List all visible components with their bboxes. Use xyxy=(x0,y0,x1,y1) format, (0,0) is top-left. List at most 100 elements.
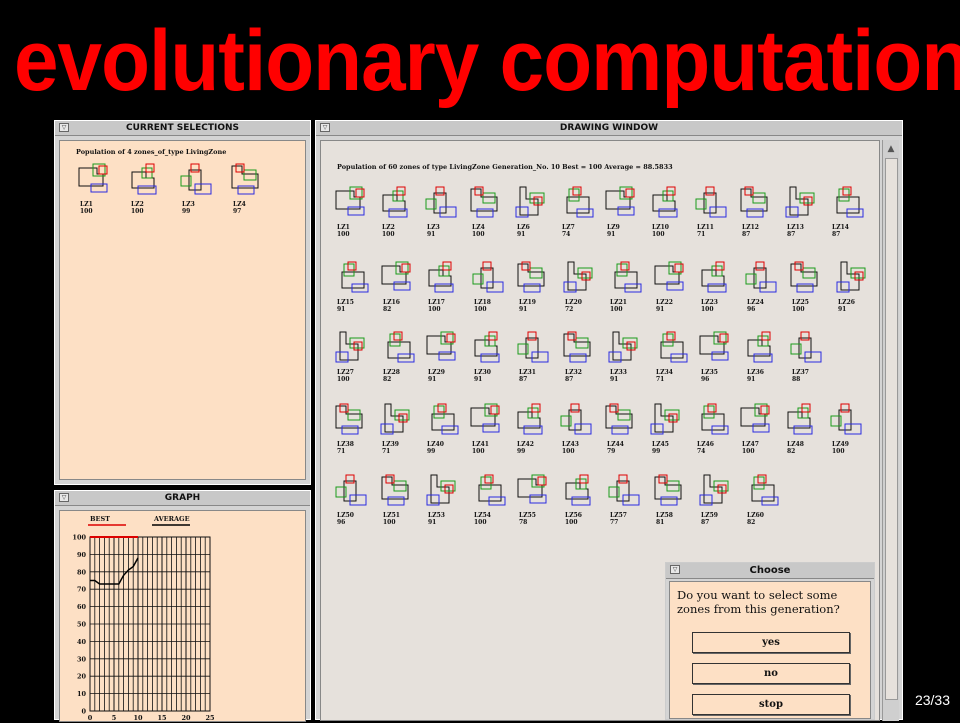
zone-lz36-floorplan[interactable] xyxy=(745,331,781,365)
selected-zone-3-floorplan[interactable] xyxy=(180,163,216,197)
yes-button[interactable]: yes xyxy=(692,632,850,653)
zone-lz6-floorplan[interactable] xyxy=(515,186,551,220)
zone-lz1-floorplan[interactable] xyxy=(335,186,371,220)
selected-zone-4-floorplan[interactable] xyxy=(231,163,267,197)
selected-zone-3-id: LZ3 xyxy=(182,201,195,208)
window-menu-icon[interactable]: ▽ xyxy=(320,123,330,132)
vertical-scrollbar[interactable]: ▲ xyxy=(882,140,899,721)
zone-lz38-floorplan[interactable] xyxy=(335,403,371,437)
zone-lz20-floorplan[interactable] xyxy=(563,261,599,295)
zone-lz59-floorplan[interactable] xyxy=(699,474,735,508)
zone-lz13-floorplan[interactable] xyxy=(785,186,821,220)
zone-lz22-floorplan[interactable] xyxy=(654,261,690,295)
zone-lz35-score: 96 xyxy=(701,376,710,383)
y-tick-label: 70 xyxy=(77,586,87,594)
zone-lz7-floorplan[interactable] xyxy=(560,186,596,220)
zone-lz42-floorplan[interactable] xyxy=(515,403,551,437)
current-selections-titlebar[interactable]: ▽ CURRENT SELECTIONS xyxy=(55,121,310,136)
graph-titlebar[interactable]: ▽ GRAPH xyxy=(55,491,310,506)
zone-lz29-floorplan[interactable] xyxy=(426,331,462,365)
zone-lz27-floorplan[interactable] xyxy=(335,331,371,365)
zone-lz15-floorplan[interactable] xyxy=(335,261,371,295)
zone-lz10-floorplan[interactable] xyxy=(650,186,686,220)
zone-lz27-label: LZ27 100 xyxy=(337,369,354,383)
zone-lz25-floorplan[interactable] xyxy=(790,261,826,295)
zone-lz48-score: 82 xyxy=(787,448,796,455)
zone-lz26-label: LZ26 91 xyxy=(838,299,855,313)
zone-lz46-id: LZ46 xyxy=(697,441,714,448)
zone-lz23-floorplan[interactable] xyxy=(699,261,735,295)
selected-zone-1-floorplan[interactable] xyxy=(78,163,114,197)
zone-lz57-floorplan[interactable] xyxy=(608,474,644,508)
zone-lz21-floorplan[interactable] xyxy=(608,261,644,295)
zone-lz30-floorplan[interactable] xyxy=(472,331,508,365)
zone-lz35-floorplan[interactable] xyxy=(699,331,735,365)
zone-lz12-floorplan[interactable] xyxy=(740,186,776,220)
stop-button[interactable]: stop xyxy=(692,694,850,715)
zone-lz33-floorplan[interactable] xyxy=(608,331,644,365)
zone-lz3-score: 91 xyxy=(427,231,436,238)
zone-lz2-floorplan[interactable] xyxy=(380,186,416,220)
zone-lz28-floorplan[interactable] xyxy=(381,331,417,365)
zone-lz38-label: LZ38 71 xyxy=(337,441,354,455)
zone-lz24-floorplan[interactable] xyxy=(745,261,781,295)
zone-lz50-floorplan[interactable] xyxy=(335,474,371,508)
zone-lz56-floorplan[interactable] xyxy=(563,474,599,508)
zone-lz4-floorplan[interactable] xyxy=(470,186,506,220)
zone-lz17-floorplan[interactable] xyxy=(426,261,462,295)
zone-lz31-floorplan[interactable] xyxy=(517,331,553,365)
page-number: 23/33 xyxy=(914,692,950,708)
zone-lz46-label: LZ46 74 xyxy=(697,441,714,455)
zone-lz41-id: LZ41 xyxy=(472,441,489,448)
zone-lz39-floorplan[interactable] xyxy=(380,403,416,437)
zone-lz49-id: LZ49 xyxy=(832,441,849,448)
zone-lz48-floorplan[interactable] xyxy=(785,403,821,437)
zone-lz44-floorplan[interactable] xyxy=(605,403,641,437)
zone-lz6-id: LZ6 xyxy=(517,224,530,231)
zone-lz45-floorplan[interactable] xyxy=(650,403,686,437)
selected-zone-4-id: LZ4 xyxy=(233,201,246,208)
window-menu-icon[interactable]: ▽ xyxy=(59,493,69,502)
zone-lz54-floorplan[interactable] xyxy=(472,474,508,508)
zone-lz55-floorplan[interactable] xyxy=(517,474,553,508)
window-menu-icon[interactable]: ▽ xyxy=(670,565,680,574)
zone-lz18-floorplan[interactable] xyxy=(472,261,508,295)
scroll-up-arrow-icon[interactable]: ▲ xyxy=(886,144,896,154)
zone-lz38-score: 71 xyxy=(337,448,346,455)
zone-lz19-score: 91 xyxy=(519,306,528,313)
zone-lz58-floorplan[interactable] xyxy=(654,474,690,508)
zone-lz44-id: LZ44 xyxy=(607,441,624,448)
zone-lz40-floorplan[interactable] xyxy=(425,403,461,437)
drawing-window-titlebar[interactable]: ▽ DRAWING WINDOW xyxy=(316,121,902,136)
zone-lz16-floorplan[interactable] xyxy=(381,261,417,295)
zone-lz53-id: LZ53 xyxy=(428,512,445,519)
scrollbar-thumb[interactable] xyxy=(885,158,898,700)
zone-lz43-floorplan[interactable] xyxy=(560,403,596,437)
zone-lz51-floorplan[interactable] xyxy=(381,474,417,508)
zone-lz9-floorplan[interactable] xyxy=(605,186,641,220)
zone-lz53-floorplan[interactable] xyxy=(426,474,462,508)
zone-lz41-floorplan[interactable] xyxy=(470,403,506,437)
zone-lz47-floorplan[interactable] xyxy=(740,403,776,437)
zone-lz19-floorplan[interactable] xyxy=(517,261,553,295)
zone-lz49-label: LZ49 100 xyxy=(832,441,849,455)
zone-lz37-id: LZ37 xyxy=(792,369,809,376)
zone-lz34-floorplan[interactable] xyxy=(654,331,690,365)
zone-lz14-floorplan[interactable] xyxy=(830,186,866,220)
zone-lz3-floorplan[interactable] xyxy=(425,186,461,220)
zone-lz26-floorplan[interactable] xyxy=(836,261,872,295)
selected-zone-2-floorplan[interactable] xyxy=(129,163,165,197)
zone-lz37-label: LZ37 88 xyxy=(792,369,809,383)
zone-lz36-score: 91 xyxy=(747,376,756,383)
no-button[interactable]: no xyxy=(692,663,850,684)
window-menu-icon[interactable]: ▽ xyxy=(59,123,69,132)
zone-lz13-label: LZ13 87 xyxy=(787,224,804,238)
choose-titlebar[interactable]: ▽ Choose xyxy=(666,563,874,579)
zone-lz46-floorplan[interactable] xyxy=(695,403,731,437)
zone-lz11-floorplan[interactable] xyxy=(695,186,731,220)
zone-lz60-floorplan[interactable] xyxy=(745,474,781,508)
zone-lz49-floorplan[interactable] xyxy=(830,403,866,437)
zone-lz32-floorplan[interactable] xyxy=(563,331,599,365)
zone-lz57-label: LZ57 77 xyxy=(610,512,627,526)
zone-lz37-floorplan[interactable] xyxy=(790,331,826,365)
